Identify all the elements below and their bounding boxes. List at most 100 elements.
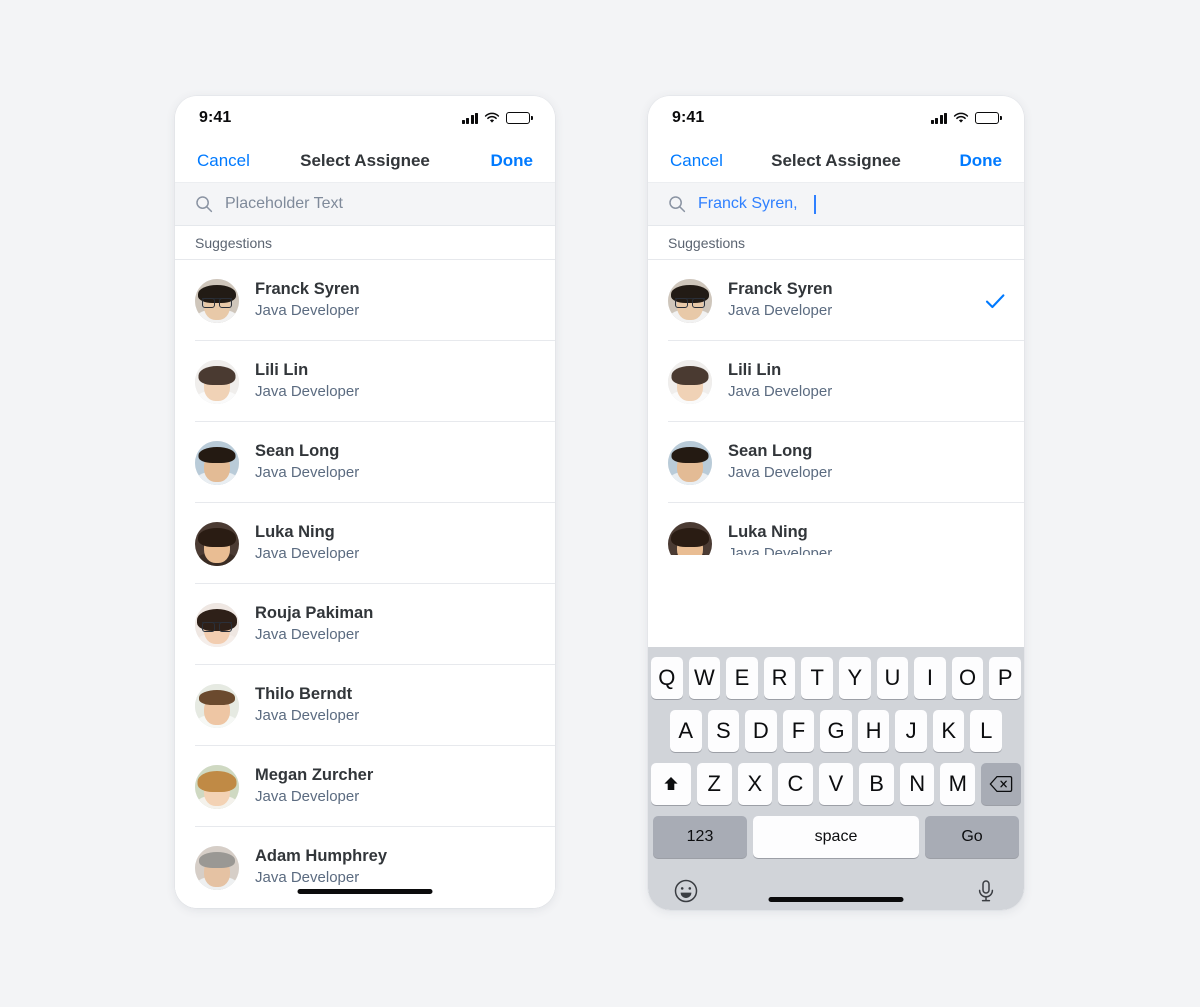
list-item[interactable]: Lili Lin Java Developer xyxy=(648,341,1024,422)
status-icons xyxy=(930,112,1002,124)
contact-role: Java Developer xyxy=(255,464,360,482)
avatar xyxy=(195,602,239,647)
keyboard-row-4[interactable]: 123 space Go xyxy=(651,816,1021,858)
battery-icon xyxy=(975,112,1002,124)
onscreen-keyboard[interactable]: QWERTYUIOP ASDFGHJKL ZXCVBNM 123 space G… xyxy=(648,647,1024,910)
cancel-button[interactable]: Cancel xyxy=(197,151,250,171)
assignee-list[interactable]: Franck Syren Java Developer Lili Lin Jav… xyxy=(648,260,1024,555)
shift-key[interactable] xyxy=(650,763,691,805)
contact-role: Java Developer xyxy=(728,464,833,482)
key-W[interactable]: W xyxy=(688,657,721,699)
search-input[interactable]: Placeholder Text xyxy=(225,195,343,213)
glasses xyxy=(202,621,232,632)
key-B[interactable]: B xyxy=(859,763,894,805)
section-header-suggestions: Suggestions xyxy=(175,226,555,260)
done-button[interactable]: Done xyxy=(960,151,1003,171)
key-Q[interactable]: Q xyxy=(651,657,683,699)
list-item-text: Luka Ning Java Developer xyxy=(255,521,537,566)
wifi-icon xyxy=(954,112,969,123)
key-Y[interactable]: Y xyxy=(839,657,871,699)
navigation-bar: Cancel Select Assignee Done xyxy=(175,140,555,182)
key-N[interactable]: N xyxy=(899,763,935,805)
avatar xyxy=(195,764,239,809)
contact-role: Java Developer xyxy=(255,383,360,401)
backspace-icon xyxy=(989,775,1013,793)
key-S[interactable]: S xyxy=(707,710,740,752)
key-D[interactable]: D xyxy=(745,710,777,752)
avatar xyxy=(195,521,239,566)
key-P[interactable]: P xyxy=(989,657,1021,699)
list-item[interactable]: Luka Ning Java Developer xyxy=(648,503,1024,555)
key-L[interactable]: L xyxy=(970,710,1003,752)
list-item[interactable]: Luka Ning Java Developer xyxy=(175,503,555,584)
keyboard-row-1[interactable]: QWERTYUIOP xyxy=(651,657,1021,699)
key-X[interactable]: X xyxy=(737,763,773,805)
avatar xyxy=(668,521,712,555)
key-O[interactable]: O xyxy=(951,657,984,699)
list-item[interactable]: Megan Zurcher Java Developer xyxy=(175,746,555,827)
search-bar-filled[interactable]: Franck Syren, xyxy=(648,182,1024,226)
key-Z[interactable]: Z xyxy=(696,763,732,805)
search-input[interactable]: Franck Syren, xyxy=(698,195,798,213)
list-item[interactable]: Sean Long Java Developer xyxy=(648,422,1024,503)
done-button[interactable]: Done xyxy=(491,151,534,171)
navigation-bar: Cancel Select Assignee Done xyxy=(648,140,1024,182)
return-key[interactable]: Go xyxy=(925,816,1019,858)
backspace-key[interactable] xyxy=(981,763,1022,805)
key-F[interactable]: F xyxy=(782,710,815,752)
list-item[interactable]: Adam Humphrey Java Developer xyxy=(175,827,555,908)
avatar xyxy=(195,845,239,890)
contact-name: Sean Long xyxy=(728,442,813,461)
key-G[interactable]: G xyxy=(820,710,852,752)
contact-name: Adam Humphrey xyxy=(255,847,388,866)
home-indicator xyxy=(297,889,433,894)
key-K[interactable]: K xyxy=(932,710,965,752)
key-T[interactable]: T xyxy=(801,657,833,699)
contact-name: Franck Syren xyxy=(728,280,833,299)
key-U[interactable]: U xyxy=(876,657,909,699)
key-E[interactable]: E xyxy=(726,657,758,699)
key-R[interactable]: R xyxy=(763,657,796,699)
home-indicator xyxy=(768,897,904,902)
keyboard-row-3[interactable]: ZXCVBNM xyxy=(650,763,1022,805)
emoji-icon[interactable] xyxy=(673,878,699,904)
avatar xyxy=(195,359,239,404)
contact-role: Java Developer xyxy=(255,788,360,806)
assignee-list[interactable]: Franck Syren Java Developer Lili Lin Jav… xyxy=(175,260,555,908)
list-item-text: Sean Long Java Developer xyxy=(255,440,537,485)
glasses xyxy=(202,297,232,308)
contact-role: Java Developer xyxy=(255,869,360,887)
key-C[interactable]: C xyxy=(778,763,813,805)
phone-mockup-empty-state: 9:41 Cancel Select Assignee Done Placeho… xyxy=(175,96,555,908)
avatar xyxy=(668,278,712,323)
cancel-button[interactable]: Cancel xyxy=(670,151,723,171)
status-bar: 9:41 xyxy=(175,96,555,140)
microphone-icon[interactable] xyxy=(973,878,999,904)
list-item-text: Lili Lin Java Developer xyxy=(728,359,1006,404)
list-item[interactable]: Thilo Berndt Java Developer xyxy=(175,665,555,746)
list-item[interactable]: Sean Long Java Developer xyxy=(175,422,555,503)
keyboard-row-2[interactable]: ASDFGHJKL xyxy=(651,710,1021,752)
list-item[interactable]: Rouja Pakiman Java Developer xyxy=(175,584,555,665)
list-item[interactable]: Franck Syren Java Developer xyxy=(648,260,1024,341)
key-V[interactable]: V xyxy=(818,763,854,805)
list-item-text: Lili Lin Java Developer xyxy=(255,359,537,404)
space-key[interactable]: space xyxy=(753,816,919,858)
list-item[interactable]: Lili Lin Java Developer xyxy=(175,341,555,422)
list-item-text: Adam Humphrey Java Developer xyxy=(255,845,537,890)
list-item[interactable]: Franck Syren Java Developer xyxy=(175,260,555,341)
contact-role: Java Developer xyxy=(255,707,360,725)
avatar xyxy=(195,278,239,323)
key-A[interactable]: A xyxy=(669,710,702,752)
numbers-key[interactable]: 123 xyxy=(653,816,747,858)
search-bar-empty[interactable]: Placeholder Text xyxy=(175,182,555,226)
key-I[interactable]: I xyxy=(914,657,946,699)
list-item-text: Sean Long Java Developer xyxy=(728,440,1006,485)
key-J[interactable]: J xyxy=(895,710,927,752)
key-H[interactable]: H xyxy=(857,710,890,752)
key-M[interactable]: M xyxy=(940,763,976,805)
shift-icon xyxy=(664,777,678,790)
list-item-text: Megan Zurcher Java Developer xyxy=(255,764,537,809)
contact-role: Java Developer xyxy=(728,302,833,320)
signal-icon xyxy=(930,112,948,124)
